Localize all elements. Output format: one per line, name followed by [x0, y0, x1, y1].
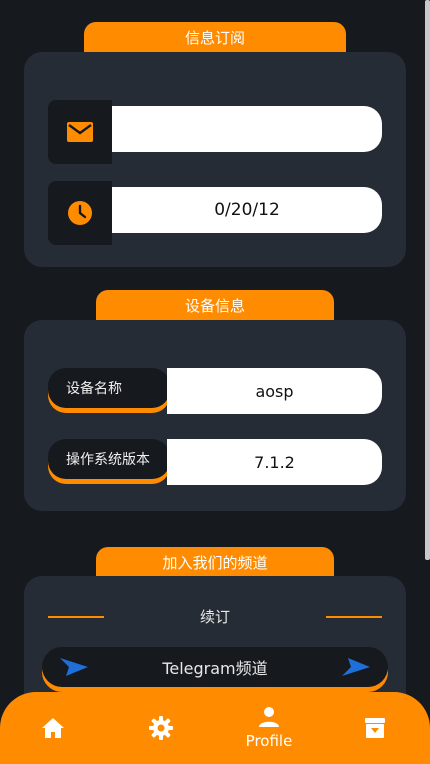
clock-icon: [68, 201, 92, 225]
scrollbar[interactable]: [425, 0, 430, 560]
email-icon-box: [48, 100, 112, 164]
device-card: 设备名称 aosp 操作系统版本 7.1.2: [24, 320, 406, 511]
device-tab-label: 设备信息: [96, 290, 334, 320]
os-version-label: 操作系统版本: [48, 439, 170, 479]
date-field[interactable]: 0/20/12: [112, 187, 382, 233]
subscription-card: 0/20/12: [24, 52, 406, 267]
telegram-label: Telegram频道: [162, 659, 268, 678]
nav-home[interactable]: [30, 692, 76, 764]
device-name-value: aosp: [167, 368, 382, 414]
home-icon: [42, 718, 64, 738]
nav-profile-label: Profile: [245, 732, 293, 750]
telegram-channel-button[interactable]: Telegram频道: [42, 647, 388, 687]
os-version-value: 7.1.2: [167, 439, 382, 485]
nav-archive[interactable]: [352, 692, 398, 764]
telegram-icon: [60, 658, 88, 676]
clock-icon-box: [48, 181, 112, 245]
email-field[interactable]: [112, 106, 382, 152]
nav-profile[interactable]: Profile: [236, 692, 302, 764]
divider-right: [326, 616, 382, 618]
gear-icon: [149, 716, 173, 740]
mail-icon: [67, 122, 93, 142]
bottom-navigation: Profile: [0, 692, 430, 764]
channel-tab-label: 加入我们的频道: [96, 547, 334, 577]
archive-icon: [365, 718, 385, 738]
device-name-label: 设备名称: [48, 368, 170, 408]
person-icon: [259, 707, 279, 727]
telegram-icon: [341, 658, 370, 676]
nav-settings[interactable]: [138, 692, 184, 764]
subscription-tab-label: 信息订阅: [84, 22, 346, 52]
